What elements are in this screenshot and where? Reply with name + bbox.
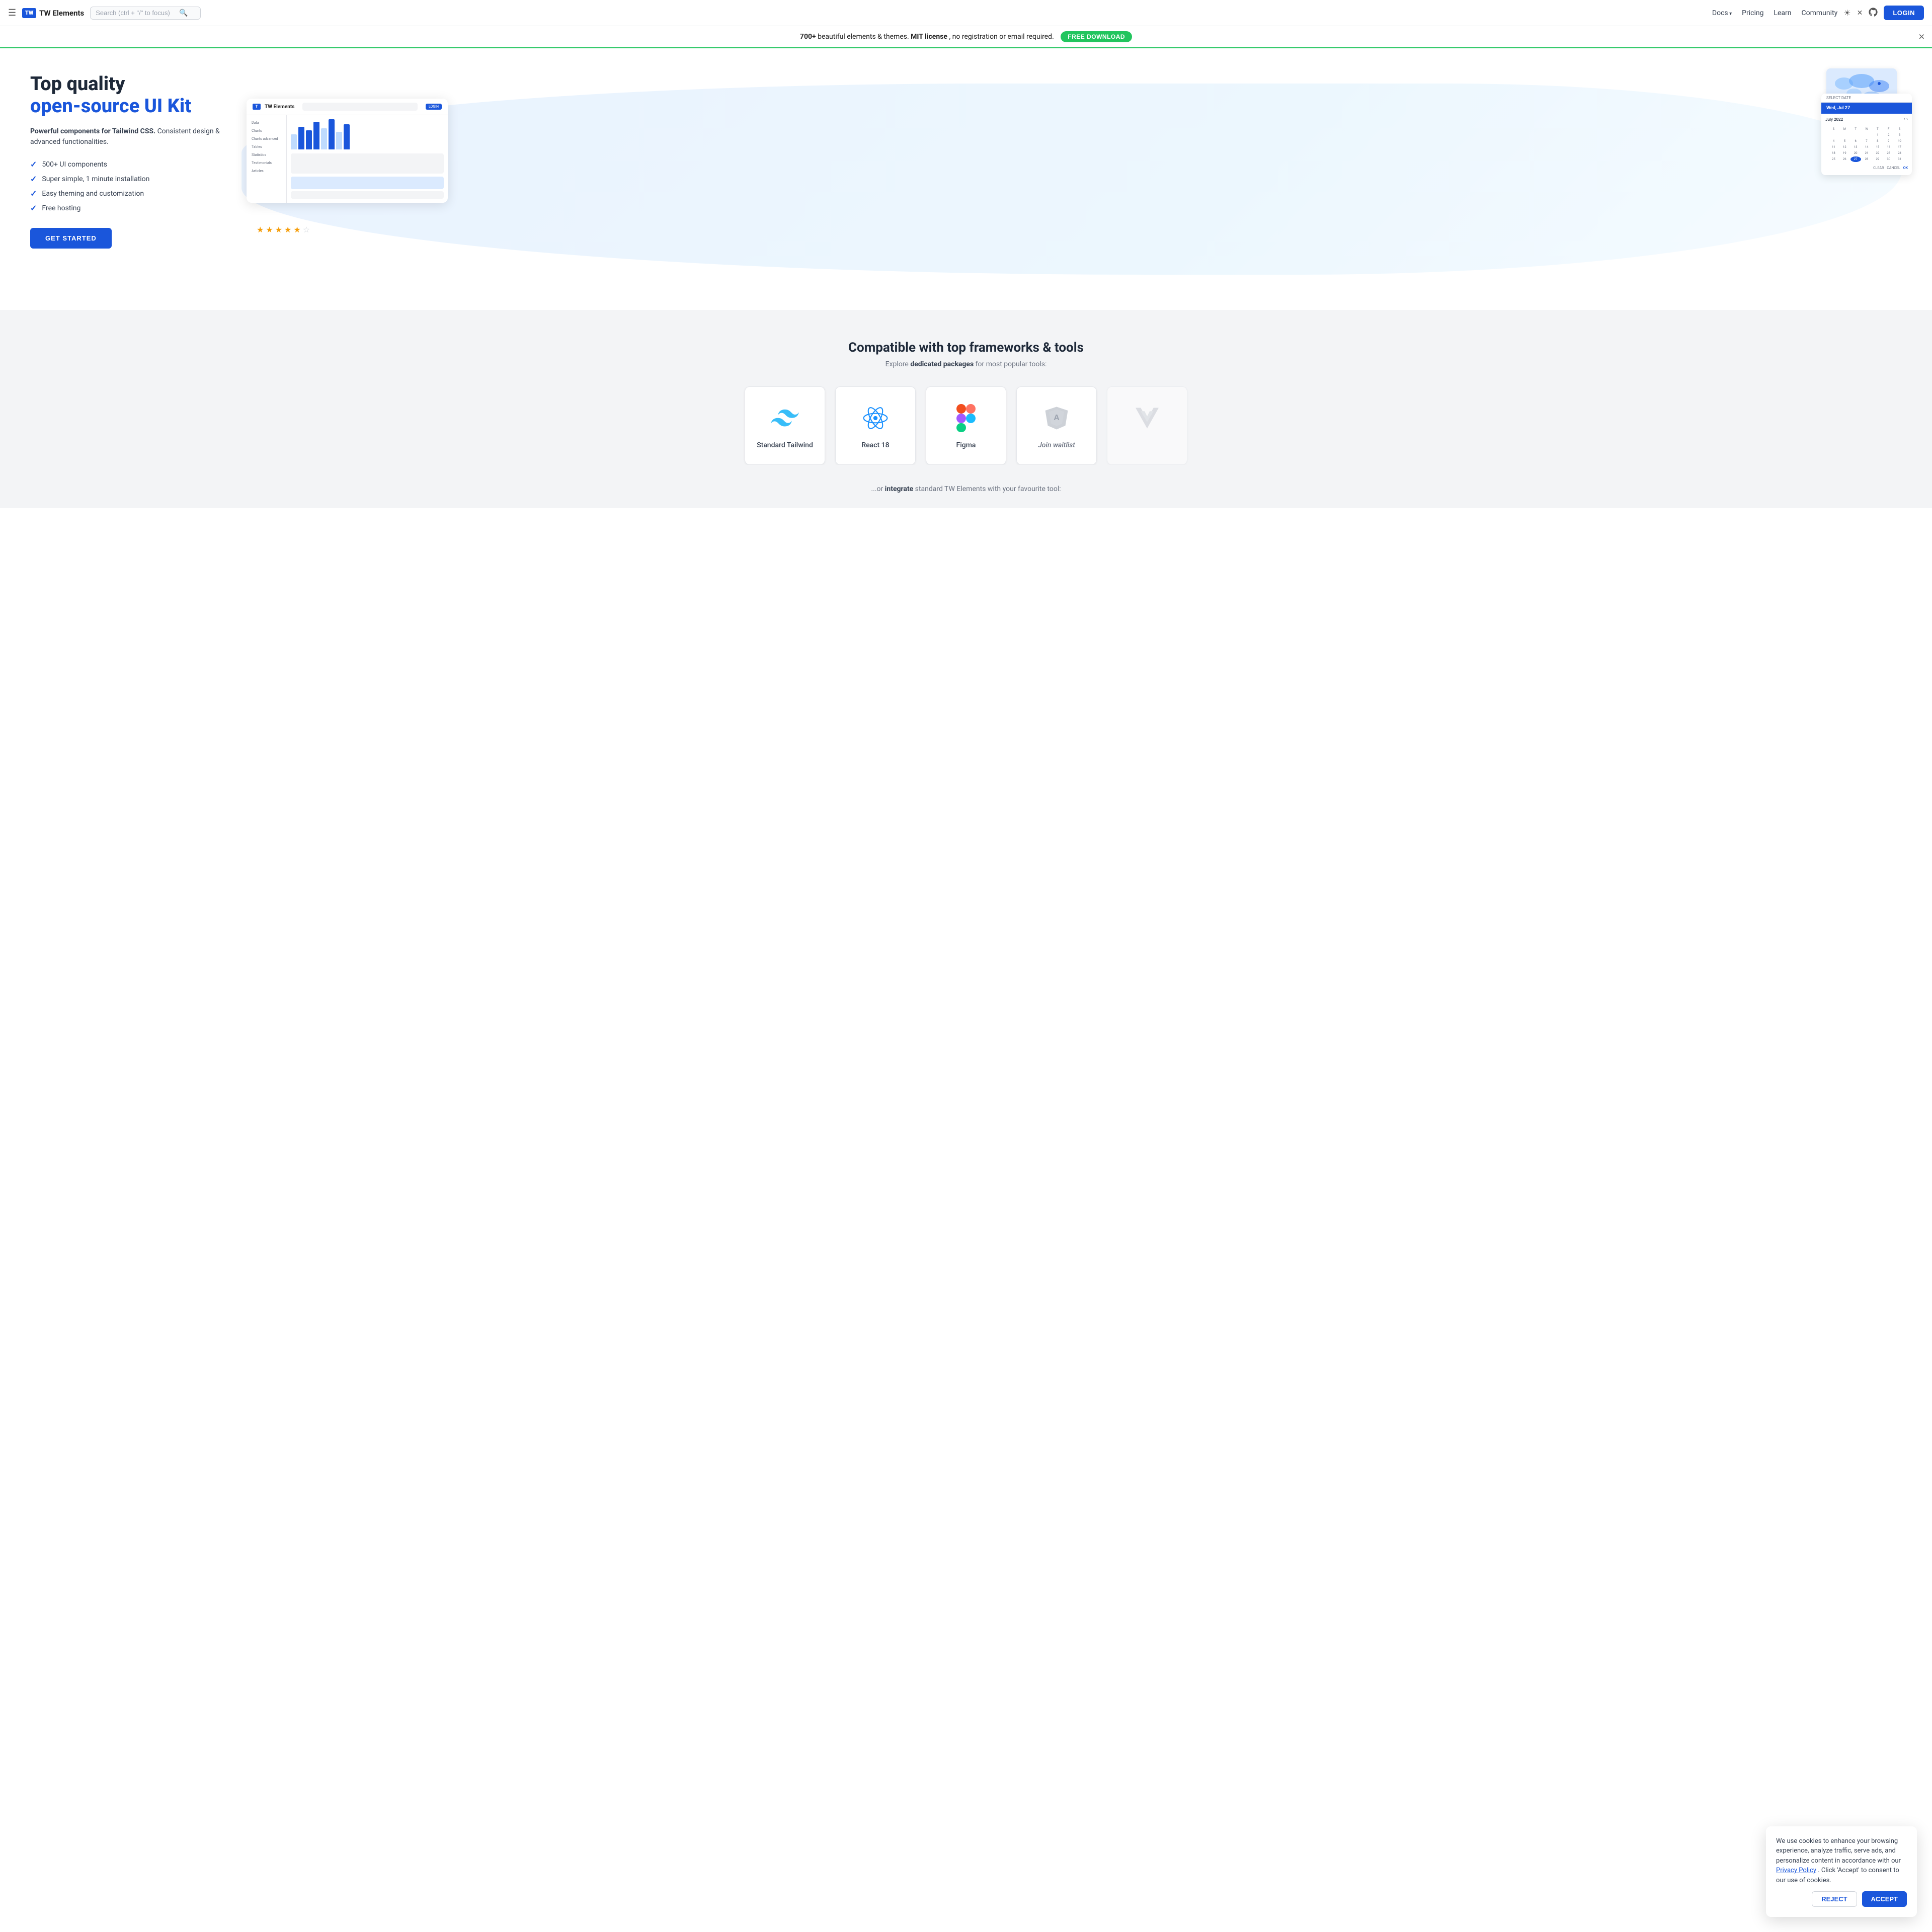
framework-figma[interactable]: Figma bbox=[926, 386, 1006, 465]
hero-section: Top quality open-source UI Kit Powerful … bbox=[0, 48, 1932, 310]
nav-links: Docs Pricing Learn Community bbox=[1712, 9, 1837, 17]
nav-community[interactable]: Community bbox=[1802, 9, 1838, 17]
logo-icon: TW bbox=[22, 8, 36, 18]
feature-3: ✓Easy theming and customization bbox=[30, 189, 242, 198]
banner-mit: MIT license bbox=[911, 33, 947, 41]
feature-4: ✓Free hosting bbox=[30, 203, 242, 213]
mock-date-card: SELECT DATE Wed, Jul 27 July 2022 ‹ › SM… bbox=[1821, 94, 1912, 175]
framework-react[interactable]: React 18 bbox=[835, 386, 916, 465]
compatible-subtitle: Explore dedicated packages for most popu… bbox=[20, 360, 1912, 368]
brand-name: TW Elements bbox=[39, 9, 84, 18]
hero-features: ✓500+ UI components ✓Super simple, 1 min… bbox=[30, 159, 242, 213]
search-icon: 🔍 bbox=[179, 9, 188, 17]
feature-1: ✓500+ UI components bbox=[30, 159, 242, 169]
figma-label: Figma bbox=[956, 441, 976, 449]
react-label: React 18 bbox=[861, 441, 889, 449]
tailwind-icon bbox=[769, 402, 801, 434]
login-button[interactable]: LOGIN bbox=[1884, 6, 1924, 20]
twitter-icon[interactable]: ✕ bbox=[1857, 9, 1863, 17]
navbar: ☰ TW TW Elements 🔍 Docs Pricing Learn Co… bbox=[0, 0, 1932, 26]
banner-bold: 700+ bbox=[800, 33, 816, 41]
svg-text:A: A bbox=[1054, 414, 1060, 422]
banner-text: beautiful elements & themes. bbox=[818, 33, 911, 41]
get-started-button[interactable]: GET STARTED bbox=[30, 228, 112, 249]
nav-pricing[interactable]: Pricing bbox=[1742, 9, 1763, 17]
cookie-actions: REJECT ACCEPT bbox=[1776, 1891, 1907, 1907]
nav-docs[interactable]: Docs bbox=[1712, 9, 1732, 17]
banner-text2: , no registration or email required. bbox=[949, 33, 1054, 41]
angular-label: Join waitlist bbox=[1038, 441, 1075, 449]
nav-learn[interactable]: Learn bbox=[1774, 9, 1791, 17]
cookie-reject-button[interactable]: REJECT bbox=[1812, 1891, 1857, 1907]
integrate-text: ...or integrate standard TW Elements wit… bbox=[20, 485, 1912, 493]
logo[interactable]: TW TW Elements bbox=[22, 8, 84, 18]
framework-angular[interactable]: A Join waitlist bbox=[1016, 386, 1097, 465]
cookie-accept-button[interactable]: ACCEPT bbox=[1862, 1891, 1907, 1907]
cookie-text: We use cookies to enhance your browsing … bbox=[1776, 1836, 1907, 1886]
compatible-title: Compatible with top frameworks & tools bbox=[20, 340, 1912, 355]
github-icon[interactable] bbox=[1869, 8, 1878, 19]
nav-icons: ☀ ✕ bbox=[1843, 8, 1878, 19]
angular-icon: A bbox=[1040, 402, 1073, 434]
react-icon bbox=[859, 402, 892, 434]
hero-content: Top quality open-source UI Kit Powerful … bbox=[30, 73, 242, 249]
cookie-banner: We use cookies to enhance your browsing … bbox=[1766, 1826, 1917, 1917]
figma-icon bbox=[950, 402, 982, 434]
frameworks-grid: Standard Tailwind React 18 bbox=[20, 386, 1912, 465]
feature-2: ✓Super simple, 1 minute installation bbox=[30, 174, 242, 184]
hero-title: Top quality open-source UI Kit bbox=[30, 73, 242, 117]
tailwind-label: Standard Tailwind bbox=[757, 441, 813, 449]
integrate-section: ...or integrate standard TW Elements wit… bbox=[0, 485, 1932, 508]
mock-stars: ★ ★ ★ ★ ★ ☆ bbox=[257, 225, 310, 234]
compatible-section: Compatible with top frameworks & tools E… bbox=[0, 310, 1932, 485]
hamburger-menu[interactable]: ☰ bbox=[8, 8, 16, 18]
mock-main-card: T TW Elements LOGIN Data Charts Charts a… bbox=[247, 99, 448, 203]
framework-vue[interactable] bbox=[1107, 386, 1187, 465]
hero-mockup: T TW Elements LOGIN Data Charts Charts a… bbox=[242, 73, 1902, 275]
announcement-banner: 700+ beautiful elements & themes. MIT li… bbox=[0, 26, 1932, 48]
free-download-button[interactable]: FREE DOWNLOAD bbox=[1061, 31, 1132, 42]
search-bar[interactable]: 🔍 bbox=[90, 7, 201, 20]
framework-tailwind[interactable]: Standard Tailwind bbox=[745, 386, 825, 465]
privacy-policy-link[interactable]: Privacy Policy bbox=[1776, 1867, 1816, 1874]
hero-subtitle: Powerful components for Tailwind CSS. Co… bbox=[30, 126, 242, 147]
banner-close-icon[interactable]: ✕ bbox=[1918, 32, 1925, 42]
theme-toggle-icon[interactable]: ☀ bbox=[1843, 8, 1850, 18]
vue-icon bbox=[1131, 402, 1163, 434]
search-input[interactable] bbox=[96, 9, 176, 17]
